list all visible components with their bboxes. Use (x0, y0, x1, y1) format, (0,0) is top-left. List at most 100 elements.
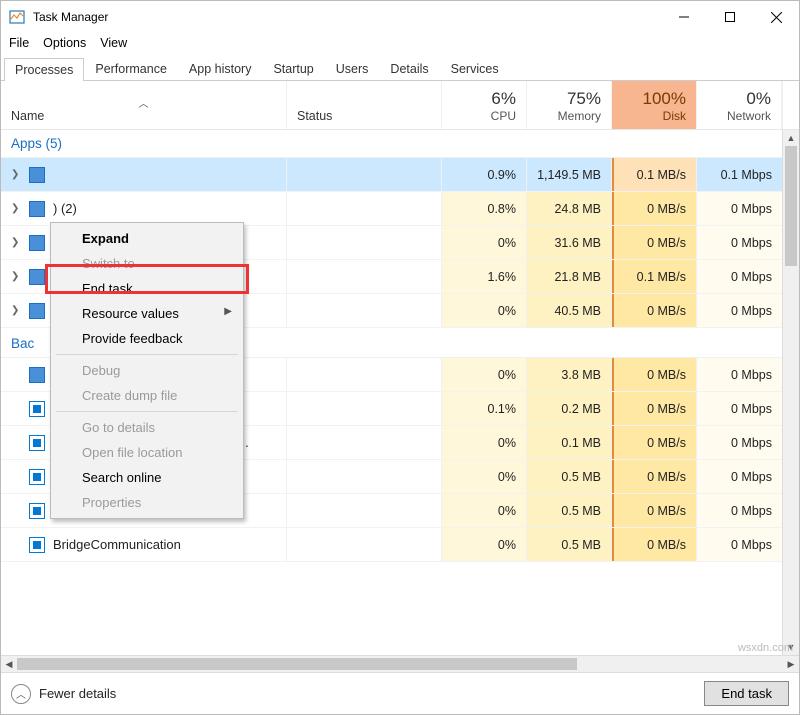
process-network-cell: 0 Mbps (697, 426, 782, 459)
process-icon (29, 303, 45, 319)
context-menu-item-end-task[interactable]: End task (54, 276, 240, 301)
process-row[interactable]: BridgeCommunication0%0.5 MB0 MB/s0 Mbps (1, 528, 799, 562)
fewer-details-toggle[interactable]: ︿ Fewer details (11, 684, 116, 704)
process-memory-cell: 0.5 MB (527, 494, 612, 527)
expand-chevron-icon[interactable]: ❯ (11, 169, 21, 180)
process-status-cell (287, 528, 442, 561)
disk-header-pct: 100% (622, 89, 686, 109)
process-network-cell: 0 Mbps (697, 358, 782, 391)
tab-services[interactable]: Services (440, 57, 510, 80)
process-network-cell: 0 Mbps (697, 392, 782, 425)
process-disk-cell: 0 MB/s (612, 294, 697, 327)
process-memory-cell: 21.8 MB (527, 260, 612, 293)
process-icon (29, 435, 45, 451)
tab-processes[interactable]: Processes (4, 58, 84, 81)
process-name-cell: ❯) (2) (1, 192, 287, 225)
tab-app-history[interactable]: App history (178, 57, 263, 80)
process-cpu-cell: 0% (442, 494, 527, 527)
expand-chevron-icon[interactable]: ❯ (11, 203, 21, 214)
tab-performance[interactable]: Performance (84, 57, 178, 80)
menu-view[interactable]: View (100, 36, 127, 50)
process-memory-cell: 31.6 MB (527, 226, 612, 259)
process-cpu-cell: 0% (442, 358, 527, 391)
context-menu: ExpandSwitch toEnd taskResource values▶P… (50, 222, 244, 519)
hscroll-track[interactable] (17, 656, 783, 672)
column-header-status[interactable]: Status (287, 81, 442, 129)
bottom-bar: ︿ Fewer details End task (1, 672, 799, 714)
titlebar[interactable]: Task Manager (1, 1, 799, 33)
horizontal-scrollbar[interactable]: ◀ ▶ (1, 655, 799, 672)
process-memory-cell: 24.8 MB (527, 192, 612, 225)
scrollbar-thumb[interactable] (785, 146, 797, 266)
vertical-scrollbar[interactable]: ▲ ▼ (782, 130, 799, 655)
chevron-up-circle-icon: ︿ (11, 684, 31, 704)
context-menu-separator (56, 411, 238, 412)
tab-startup[interactable]: Startup (262, 57, 324, 80)
column-header-network[interactable]: 0% Network (697, 81, 782, 129)
context-menu-item-switch-to: Switch to (54, 251, 240, 276)
menubar: File Options View (1, 33, 799, 53)
process-icon (29, 503, 45, 519)
tab-users[interactable]: Users (325, 57, 380, 80)
process-status-cell (287, 358, 442, 391)
process-status-cell (287, 158, 442, 191)
process-disk-cell: 0 MB/s (612, 192, 697, 225)
column-header-disk[interactable]: 100% Disk (612, 81, 697, 129)
column-header-name[interactable]: ︿ Name (1, 81, 287, 129)
process-cpu-cell: 0.1% (442, 392, 527, 425)
process-cpu-cell: 0% (442, 528, 527, 561)
context-menu-item-provide-feedback[interactable]: Provide feedback (54, 326, 240, 351)
menu-file[interactable]: File (9, 36, 29, 50)
process-disk-cell: 0 MB/s (612, 392, 697, 425)
process-cpu-cell: 0% (442, 460, 527, 493)
process-status-cell (287, 460, 442, 493)
process-memory-cell: 0.5 MB (527, 460, 612, 493)
maximize-button[interactable] (707, 1, 753, 33)
expand-chevron-icon[interactable]: ❯ (11, 237, 21, 248)
process-icon (29, 235, 45, 251)
end-task-button[interactable]: End task (704, 681, 789, 706)
window-controls (661, 1, 799, 33)
process-network-cell: 0.1 Mbps (697, 158, 782, 191)
context-menu-item-go-to-details: Go to details (54, 415, 240, 440)
process-cpu-cell: 0.8% (442, 192, 527, 225)
scroll-right-arrow-icon[interactable]: ▶ (783, 659, 799, 670)
context-menu-item-resource-values[interactable]: Resource values▶ (54, 301, 240, 326)
process-network-cell: 0 Mbps (697, 528, 782, 561)
memory-header-pct: 75% (537, 89, 601, 109)
column-header-memory[interactable]: 75% Memory (527, 81, 612, 129)
context-menu-item-create-dump-file: Create dump file (54, 383, 240, 408)
process-memory-cell: 40.5 MB (527, 294, 612, 327)
scroll-up-arrow-icon[interactable]: ▲ (783, 130, 799, 146)
process-row[interactable]: ❯0.9%1,149.5 MB0.1 MB/s0.1 Mbps (1, 158, 799, 192)
tab-details[interactable]: Details (379, 57, 439, 80)
scroll-left-arrow-icon[interactable]: ◀ (1, 659, 17, 670)
process-status-cell (287, 226, 442, 259)
column-headers: ︿ Name Status 6% CPU 75% Memory 100% Dis… (1, 81, 799, 130)
context-menu-separator (56, 354, 238, 355)
cpu-header-label: CPU (452, 109, 516, 123)
cpu-header-pct: 6% (452, 89, 516, 109)
menu-options[interactable]: Options (43, 36, 86, 50)
expand-chevron-icon[interactable]: ❯ (11, 305, 21, 316)
process-network-cell: 0 Mbps (697, 294, 782, 327)
hscroll-thumb[interactable] (17, 658, 577, 670)
process-row[interactable]: ❯) (2) 0.8%24.8 MB0 MB/s0 Mbps (1, 192, 799, 226)
process-status-cell (287, 294, 442, 327)
sort-chevron-up-icon: ︿ (11, 101, 276, 109)
process-status-cell (287, 192, 442, 225)
context-menu-item-search-online[interactable]: Search online (54, 465, 240, 490)
group-apps[interactable]: Apps (5) (1, 130, 799, 158)
process-disk-cell: 0 MB/s (612, 460, 697, 493)
process-network-cell: 0 Mbps (697, 192, 782, 225)
context-menu-item-expand[interactable]: Expand (54, 226, 240, 251)
context-menu-item-debug: Debug (54, 358, 240, 383)
process-network-cell: 0 Mbps (697, 460, 782, 493)
close-button[interactable] (753, 1, 799, 33)
expand-chevron-icon[interactable]: ❯ (11, 271, 21, 282)
process-icon (29, 537, 45, 553)
process-network-cell: 0 Mbps (697, 226, 782, 259)
process-memory-cell: 3.8 MB (527, 358, 612, 391)
minimize-button[interactable] (661, 1, 707, 33)
column-header-cpu[interactable]: 6% CPU (442, 81, 527, 129)
